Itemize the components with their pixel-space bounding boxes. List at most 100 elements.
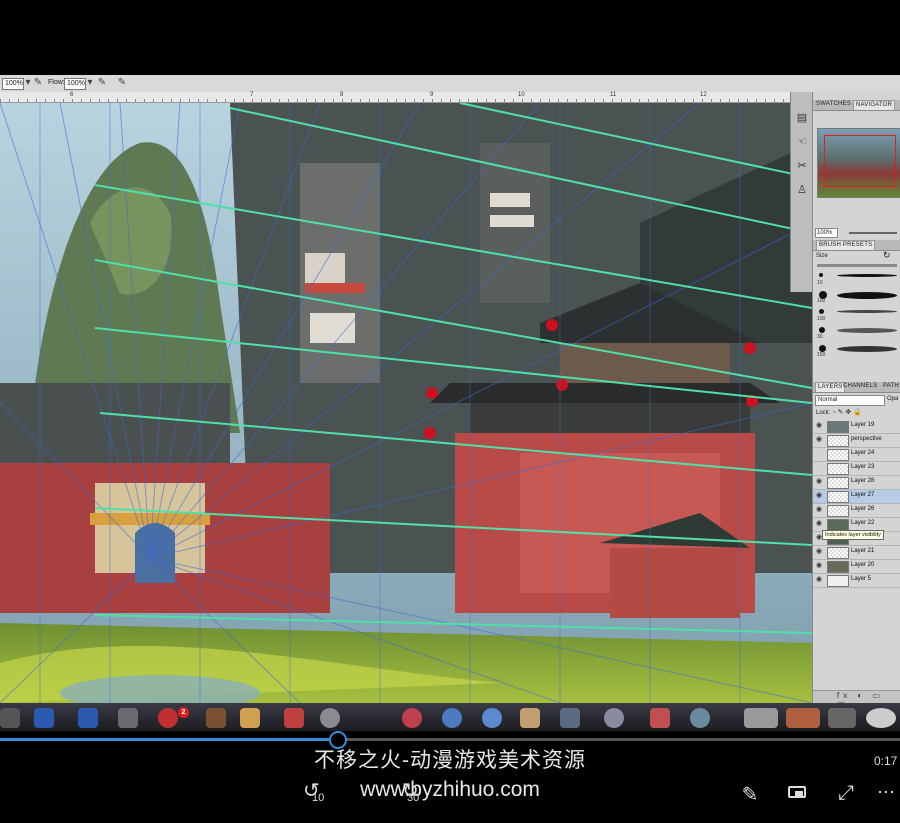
layer-row[interactable]: ◉ Layer 19 <box>813 420 900 434</box>
app-icon[interactable] <box>402 708 422 728</box>
mac-dock: 2 <box>0 703 900 731</box>
tab-layers[interactable]: LAYERS <box>815 382 846 392</box>
layer-name: Layer 26 <box>851 506 875 512</box>
brush-tip-icon <box>819 309 824 314</box>
options-bar: 100% ▾ ✎ Flow: 100% ▾ ✎ ✎ <box>0 75 900 93</box>
hand-icon[interactable]: ☜ <box>794 134 810 150</box>
document-icon[interactable] <box>786 708 820 728</box>
layer-row[interactable]: ◉ Layer 20 <box>813 560 900 574</box>
zoom-field[interactable]: 100% <box>815 228 838 238</box>
brush-size: 100 <box>817 316 826 322</box>
finder-icon[interactable] <box>0 708 20 728</box>
layer-row[interactable]: Layer 23 <box>813 462 900 476</box>
photoshop-icon[interactable] <box>34 708 54 728</box>
airbrush-icon[interactable]: ✎ <box>96 77 108 89</box>
layer-name: perspective <box>851 436 882 442</box>
opacity-label: Opa <box>887 396 899 402</box>
brush-preset[interactable]: 100 <box>815 288 899 305</box>
navigator-view-box[interactable] <box>824 135 896 187</box>
app-icon[interactable] <box>158 708 178 728</box>
opacity-field[interactable]: 100% <box>2 78 24 90</box>
rewind-10-button[interactable]: ↺ 10 <box>303 780 333 808</box>
ruler-tick: 12 <box>700 92 707 98</box>
app-icon[interactable] <box>650 708 670 728</box>
layer-row[interactable]: ◉ Layer 28 <box>813 476 900 490</box>
brush-preset[interactable]: 100 <box>815 306 899 323</box>
layer-thumbnail <box>827 421 849 433</box>
flow-field[interactable]: 100% <box>64 78 86 90</box>
ruler-tick: 9 <box>430 92 434 98</box>
pen-icon[interactable]: ✎ <box>738 782 762 806</box>
app-icon[interactable] <box>284 708 304 728</box>
eye-icon[interactable]: ◉ <box>815 548 823 556</box>
history-icon[interactable]: ▤ <box>794 110 810 126</box>
app-icon[interactable] <box>604 708 624 728</box>
layer-row-selected[interactable]: ◉ Layer 27 <box>813 490 900 504</box>
layer-name: Layer 5 <box>851 576 872 582</box>
app-icon[interactable] <box>118 708 138 728</box>
layer-row[interactable]: ◉ Layer 21 <box>813 546 900 560</box>
app-icon[interactable] <box>690 708 710 728</box>
eye-icon[interactable]: ◉ <box>815 520 823 528</box>
forward-30-button[interactable]: ↻ 30 <box>398 780 428 808</box>
eye-icon[interactable]: ◉ <box>815 506 823 514</box>
zoom-slider[interactable] <box>849 232 897 234</box>
pressure-opacity-icon[interactable]: ✎ <box>32 77 44 89</box>
more-options-icon[interactable]: ⋯ <box>876 782 896 806</box>
layer-thumbnail <box>827 449 849 461</box>
app-icon[interactable] <box>320 708 340 728</box>
blend-mode-select[interactable]: Normal <box>815 395 885 406</box>
app-icon[interactable] <box>560 708 580 728</box>
brush-preset[interactable]: 10 <box>815 270 899 287</box>
layer-visibility-tooltip: Indicates layer visibility <box>822 530 884 540</box>
layer-row[interactable]: Layer 24 <box>813 448 900 462</box>
eye-icon[interactable]: ◉ <box>815 478 823 486</box>
brush-preset[interactable]: 150 <box>815 342 899 359</box>
app-icon[interactable] <box>240 708 260 728</box>
document-icon[interactable] <box>744 708 778 728</box>
app-icon[interactable] <box>442 708 462 728</box>
tab-navigator[interactable]: NAVIGATOR <box>853 100 896 110</box>
pressure-size-icon[interactable]: ✎ <box>116 77 128 89</box>
puppet-icon[interactable]: ♙ <box>794 182 810 198</box>
size-slider[interactable] <box>817 264 897 267</box>
layer-actions-bar[interactable]: fx ◐ ▭ ▣ <box>813 690 900 703</box>
reset-size-icon[interactable]: ↻ <box>883 250 891 261</box>
eye-icon[interactable] <box>815 450 823 458</box>
eye-icon[interactable] <box>815 464 823 472</box>
painting <box>0 103 812 703</box>
photoshop-icon[interactable] <box>78 708 98 728</box>
lock-icons[interactable]: ▫✎✥🔒 <box>833 408 864 416</box>
navigator-preview[interactable] <box>817 128 900 198</box>
dropdown-arrow-icon[interactable]: ▾ <box>84 77 96 89</box>
app-icon[interactable] <box>206 708 226 728</box>
tab-swatches[interactable]: SWATCHES <box>816 101 851 107</box>
eye-icon[interactable]: ◉ <box>815 562 823 570</box>
trash-icon[interactable] <box>866 708 896 728</box>
document-icon[interactable] <box>828 708 856 728</box>
tab-brush-presets[interactable]: BRUSH PRESETS <box>816 240 876 250</box>
brush-preset[interactable]: 30 <box>815 324 899 341</box>
app-icon[interactable] <box>520 708 540 728</box>
picture-in-picture-icon[interactable] <box>786 783 810 803</box>
fullscreen-icon[interactable]: ⤢ <box>834 782 858 806</box>
layer-row[interactable]: ◉ perspective <box>813 434 900 448</box>
scissors-icon[interactable]: ✂ <box>794 158 810 174</box>
eye-icon[interactable]: ◉ <box>815 422 823 430</box>
layer-row[interactable]: ◉ Layer 5 <box>813 574 900 588</box>
tab-channels[interactable]: CHANNELS <box>843 383 877 389</box>
eye-icon[interactable]: ◉ <box>815 436 823 444</box>
notification-badge: 2 <box>178 707 189 718</box>
eye-icon[interactable]: ◉ <box>815 492 823 500</box>
tab-paths[interactable]: PATH <box>883 383 899 389</box>
layer-name: Layer 19 <box>851 422 875 428</box>
layers-list: ◉ Layer 19 ◉ perspective Layer 24 Layer … <box>813 420 900 590</box>
layer-thumbnail <box>827 477 849 489</box>
ruler-tick: 6 <box>70 92 74 98</box>
eye-icon[interactable]: ◉ <box>815 576 823 584</box>
app-icon[interactable] <box>482 708 502 728</box>
layer-row[interactable]: ◉ Layer 26 <box>813 504 900 518</box>
brush-size: 10 <box>817 280 823 286</box>
document-canvas[interactable] <box>0 103 812 703</box>
flow-label: Flow: <box>48 79 65 86</box>
